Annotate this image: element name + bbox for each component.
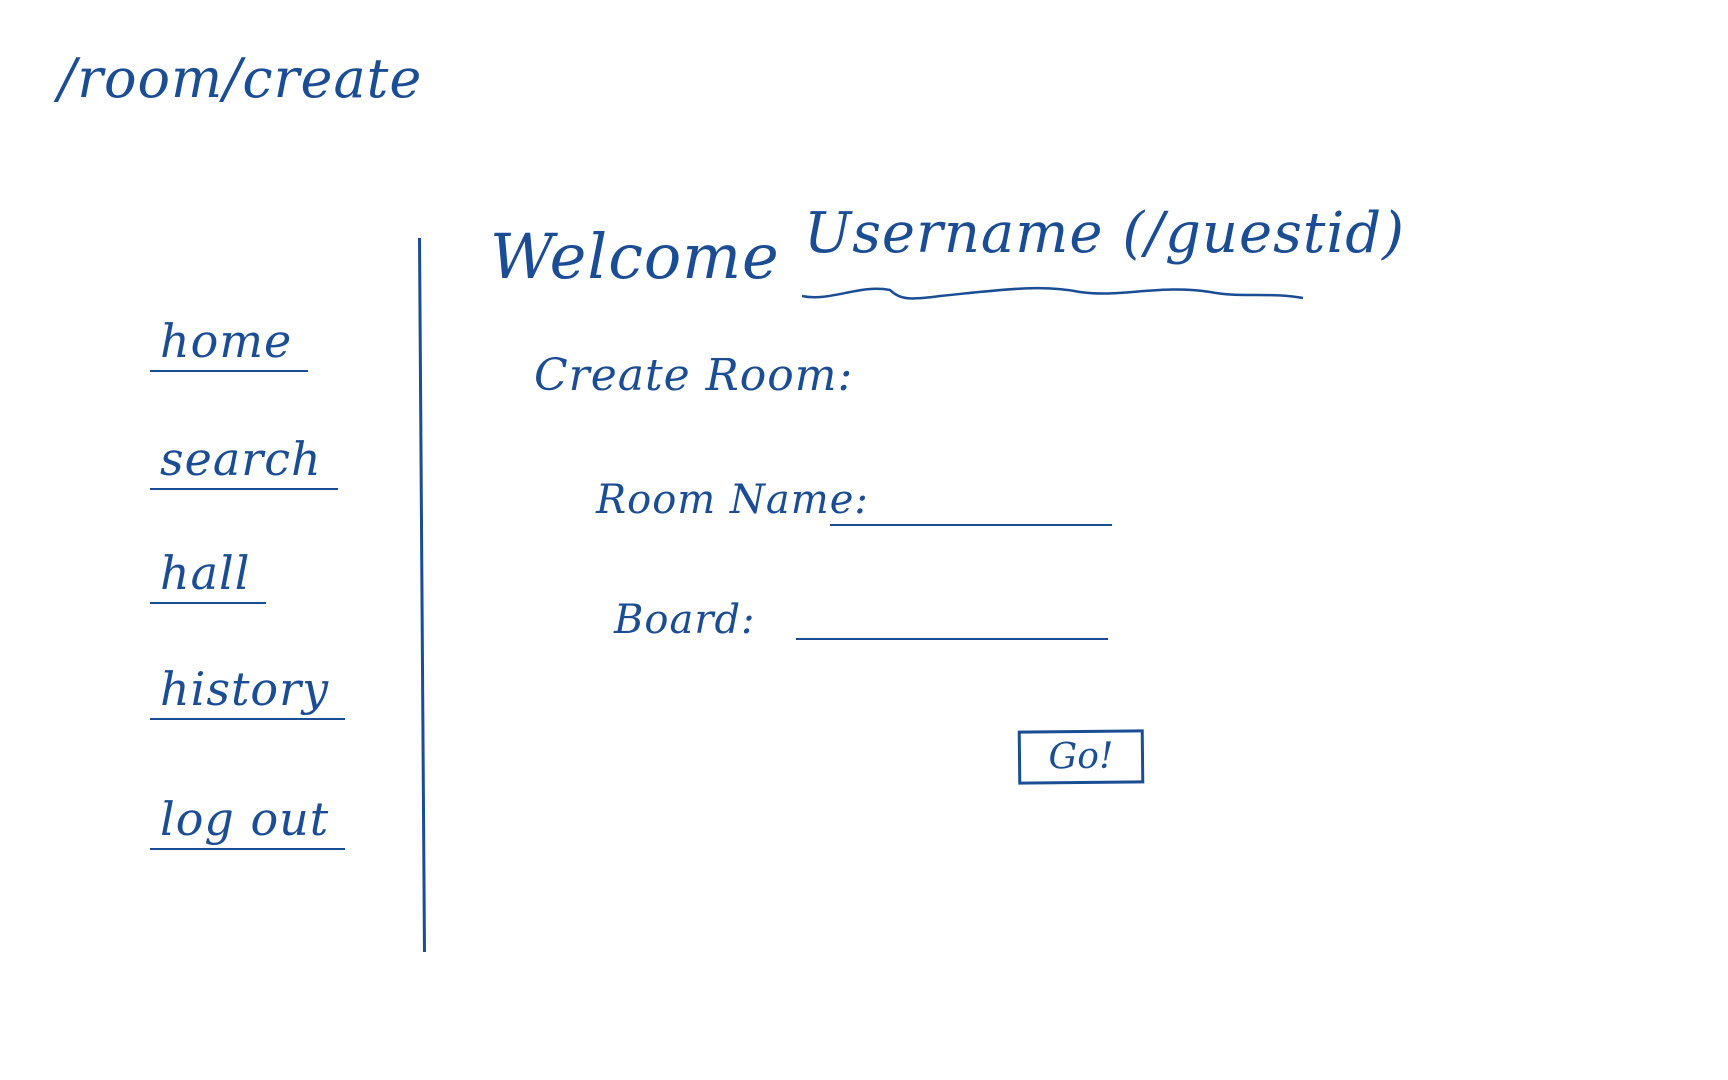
room-name-label: Room Name: xyxy=(596,477,869,523)
welcome-text: Welcome xyxy=(490,220,780,293)
room-name-input[interactable] xyxy=(830,490,1112,526)
sidebar-item-history[interactable]: history xyxy=(150,666,346,720)
sidebar-divider xyxy=(418,237,426,952)
sidebar-item-log-out[interactable]: log out xyxy=(150,796,346,850)
create-room-title: Create Room: xyxy=(534,350,854,401)
board-label: Board: xyxy=(614,597,756,643)
route-path: /room/create xyxy=(58,47,423,110)
go-button[interactable]: Go! xyxy=(1017,729,1145,785)
username-display: Username (/guestid) xyxy=(804,201,1405,266)
board-input[interactable] xyxy=(796,604,1108,640)
sidebar-item-home[interactable]: home xyxy=(150,318,309,372)
username-underline xyxy=(801,286,1304,300)
sidebar-item-search[interactable]: search xyxy=(150,436,338,490)
sidebar-item-hall[interactable]: hall xyxy=(150,550,267,604)
